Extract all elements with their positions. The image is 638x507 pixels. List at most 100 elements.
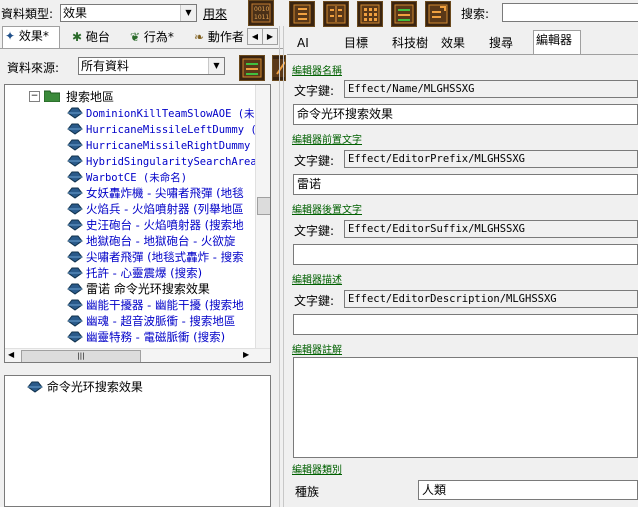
tree-item[interactable]: HybridSingularitySearchArea ( [67, 153, 269, 170]
editor-suffix-section[interactable]: 編輯器後置文字 [292, 201, 362, 216]
chevron-down-icon[interactable]: ▼ [180, 5, 196, 21]
gem-icon [67, 203, 83, 215]
tree-item[interactable]: 雷诺 命令光环搜索效果 [67, 281, 210, 298]
source-dropdown[interactable]: 所有資料 ▼ [78, 57, 225, 75]
data-type-value: 效果 [63, 6, 88, 20]
tab-behavior[interactable]: ❦ 行為* [128, 28, 186, 48]
left-tab-strip: ✦ 效果* ✱ 砲台 ❦ 行為* ❧ 動作者 ◀ ▶ [0, 26, 284, 49]
tree-item[interactable]: 尖嘯者飛彈 (地毯式轟炸 - 搜索 [67, 249, 244, 266]
tree-item-label: HybridSingularitySearchArea ( [86, 156, 270, 168]
gem-icon [67, 315, 83, 327]
tab-ai[interactable]: AI [295, 34, 335, 54]
scroll-left-icon[interactable]: ◀ [8, 350, 14, 359]
tree-item[interactable]: 幽能干擾器 - 幽能干擾 (搜索地 [67, 297, 244, 314]
tree-item[interactable]: 地獄砲台 - 地獄砲台 - 火欲旋 [67, 233, 235, 250]
description-text-key-label: 文字鍵: [294, 294, 335, 308]
gem-icon [67, 155, 83, 167]
tree-vscrollbar[interactable] [255, 85, 270, 348]
tree-item[interactable]: 火焰兵 - 火焰噴射器 (列舉地區 [67, 201, 244, 218]
tree-item[interactable]: DominionKillTeamSlowAOE (未命名) [67, 105, 271, 122]
source-label: 資料來源: [7, 61, 60, 75]
turret-icon: ✱ [72, 30, 83, 44]
tree-item-label: WarbotCE (未命名) [86, 172, 188, 184]
bottom-tree-item[interactable]: 命令光环搜索效果 [27, 378, 143, 396]
export-tool-icon[interactable] [425, 1, 451, 27]
tree-item-label: 幽魂 - 超音波脈衝 - 搜索地區 [86, 314, 236, 328]
gem-icon [67, 187, 83, 199]
search-label: 搜索: [461, 7, 490, 21]
comment-textarea[interactable] [293, 357, 638, 458]
editor-description-section[interactable]: 編輯器描述 [292, 271, 342, 286]
name-text-key-label: 文字鍵: [294, 84, 335, 98]
behavior-icon: ❦ [130, 30, 141, 44]
vertical-splitter[interactable] [279, 26, 284, 507]
tree-item-label: 地獄砲台 - 地獄砲台 - 火欲旋 [86, 234, 236, 248]
tree-item[interactable]: WarbotCE (未命名) [67, 169, 187, 186]
description-value-field[interactable] [293, 314, 638, 335]
name-text-key: Effect/Name/MLGHSSXG [344, 80, 638, 98]
chevron-down-icon[interactable]: ▼ [208, 58, 224, 74]
editor-category-section[interactable]: 編輯器類別 [292, 461, 342, 476]
tab-turret[interactable]: ✱ 砲台 [70, 28, 122, 48]
tab-search[interactable]: 搜尋 [487, 34, 527, 54]
svg-text:1011: 1011 [254, 14, 269, 21]
gem-icon [67, 235, 83, 247]
gem-icon [67, 123, 83, 135]
tree-item[interactable]: 史汪砲台 - 火焰噴射器 (搜索地 [67, 217, 244, 234]
editor-comment-section[interactable]: 編輯器註解 [292, 341, 342, 356]
gem-icon [67, 251, 83, 263]
tree-item[interactable]: HurricaneMissileRightDummy (未 [67, 137, 270, 154]
hscroll-thumb[interactable]: ||| [21, 350, 141, 362]
search-input[interactable] [502, 3, 638, 22]
name-value-field[interactable]: 命令光环搜索效果 [293, 104, 638, 125]
race-field[interactable]: 人類 [418, 480, 638, 500]
object-tree[interactable]: − 搜索地區 DominionKillTeamSlowAOE (未命名) Hurr… [4, 84, 271, 363]
tree-item-label: DominionKillTeamSlowAOE (未命名) [86, 108, 271, 120]
bottom-tree[interactable]: 命令光环搜索效果 [4, 375, 271, 507]
tab-scroll-left[interactable]: ◀ [247, 28, 263, 45]
effect-icon: ✦ [5, 29, 16, 43]
tab-editor[interactable]: 編輯器 [533, 30, 581, 54]
checklist-tool-icon[interactable] [391, 1, 417, 27]
tree-item-label: 女妖轟炸機 - 尖嘯者飛彈 (地毯 [86, 186, 244, 200]
gem-icon [67, 331, 83, 343]
table-tool-icon[interactable] [323, 1, 349, 27]
tab-scroll-right[interactable]: ▶ [262, 28, 278, 45]
prefix-value-field[interactable]: 雷诺 [293, 174, 638, 195]
collapse-toggle-icon[interactable]: − [29, 91, 40, 102]
tab-target[interactable]: 目標 [342, 34, 382, 54]
suffix-text-key-label: 文字鍵: [294, 224, 335, 238]
gem-icon [67, 171, 83, 183]
tree-item[interactable]: 幽靈特務 - 電磁脈衝 (搜索) [67, 329, 225, 345]
editor-name-section[interactable]: 編輯器名稱 [292, 62, 342, 77]
filter-tool-icon[interactable] [239, 55, 265, 81]
list-tool-icon[interactable] [289, 1, 315, 27]
description-text-key: Effect/EditorDescription/MLGHSSXG [344, 290, 638, 308]
tree-item-label: 火焰兵 - 火焰噴射器 (列舉地區 [86, 202, 244, 216]
tree-item-label: 尖嘯者飛彈 (地毯式轟炸 - 搜索 [86, 250, 244, 264]
gem-icon [67, 299, 83, 311]
scrollbar-thumb[interactable] [257, 197, 270, 215]
grid-tool-icon[interactable]: 0010 1011 [248, 0, 274, 26]
data-type-label: 資料類型: [1, 7, 54, 21]
tree-item[interactable]: 幽魂 - 超音波脈衝 - 搜索地區 [67, 313, 235, 330]
data-type-dropdown[interactable]: 效果 ▼ [60, 4, 197, 22]
tab-actor[interactable]: ❧ 動作者 [192, 28, 248, 48]
tree-item-label: 幽能干擾器 - 幽能干擾 (搜索地 [86, 298, 244, 312]
matrix-tool-icon[interactable] [357, 1, 383, 27]
suffix-value-field[interactable] [293, 244, 638, 265]
gem-icon [27, 381, 43, 396]
tree-item[interactable]: 女妖轟炸機 - 尖嘯者飛彈 (地毯 [67, 185, 244, 202]
prefix-text-key: Effect/EditorPrefix/MLGHSSXG [344, 150, 638, 168]
tree-item[interactable]: HurricaneMissileLeftDummy (未 [67, 121, 267, 138]
editor-prefix-section[interactable]: 編輯器前置文字 [292, 131, 362, 146]
gem-icon [67, 107, 83, 119]
tab-techtree[interactable]: 科技樹 [390, 34, 436, 54]
tab-effect[interactable]: ✦ 效果* [2, 26, 60, 48]
tree-item[interactable]: 托許 - 心靈震爆 (搜索) [67, 265, 202, 282]
prefix-text-key-label: 文字鍵: [294, 154, 335, 168]
scroll-right-icon[interactable]: ▶ [243, 350, 249, 359]
tree-item-label: 幽靈特務 - 電磁脈衝 (搜索) [86, 330, 226, 344]
tree-hscrollbar[interactable]: ◀ ||| ▶ [5, 348, 270, 362]
tab-effects[interactable]: 效果 [439, 34, 479, 54]
